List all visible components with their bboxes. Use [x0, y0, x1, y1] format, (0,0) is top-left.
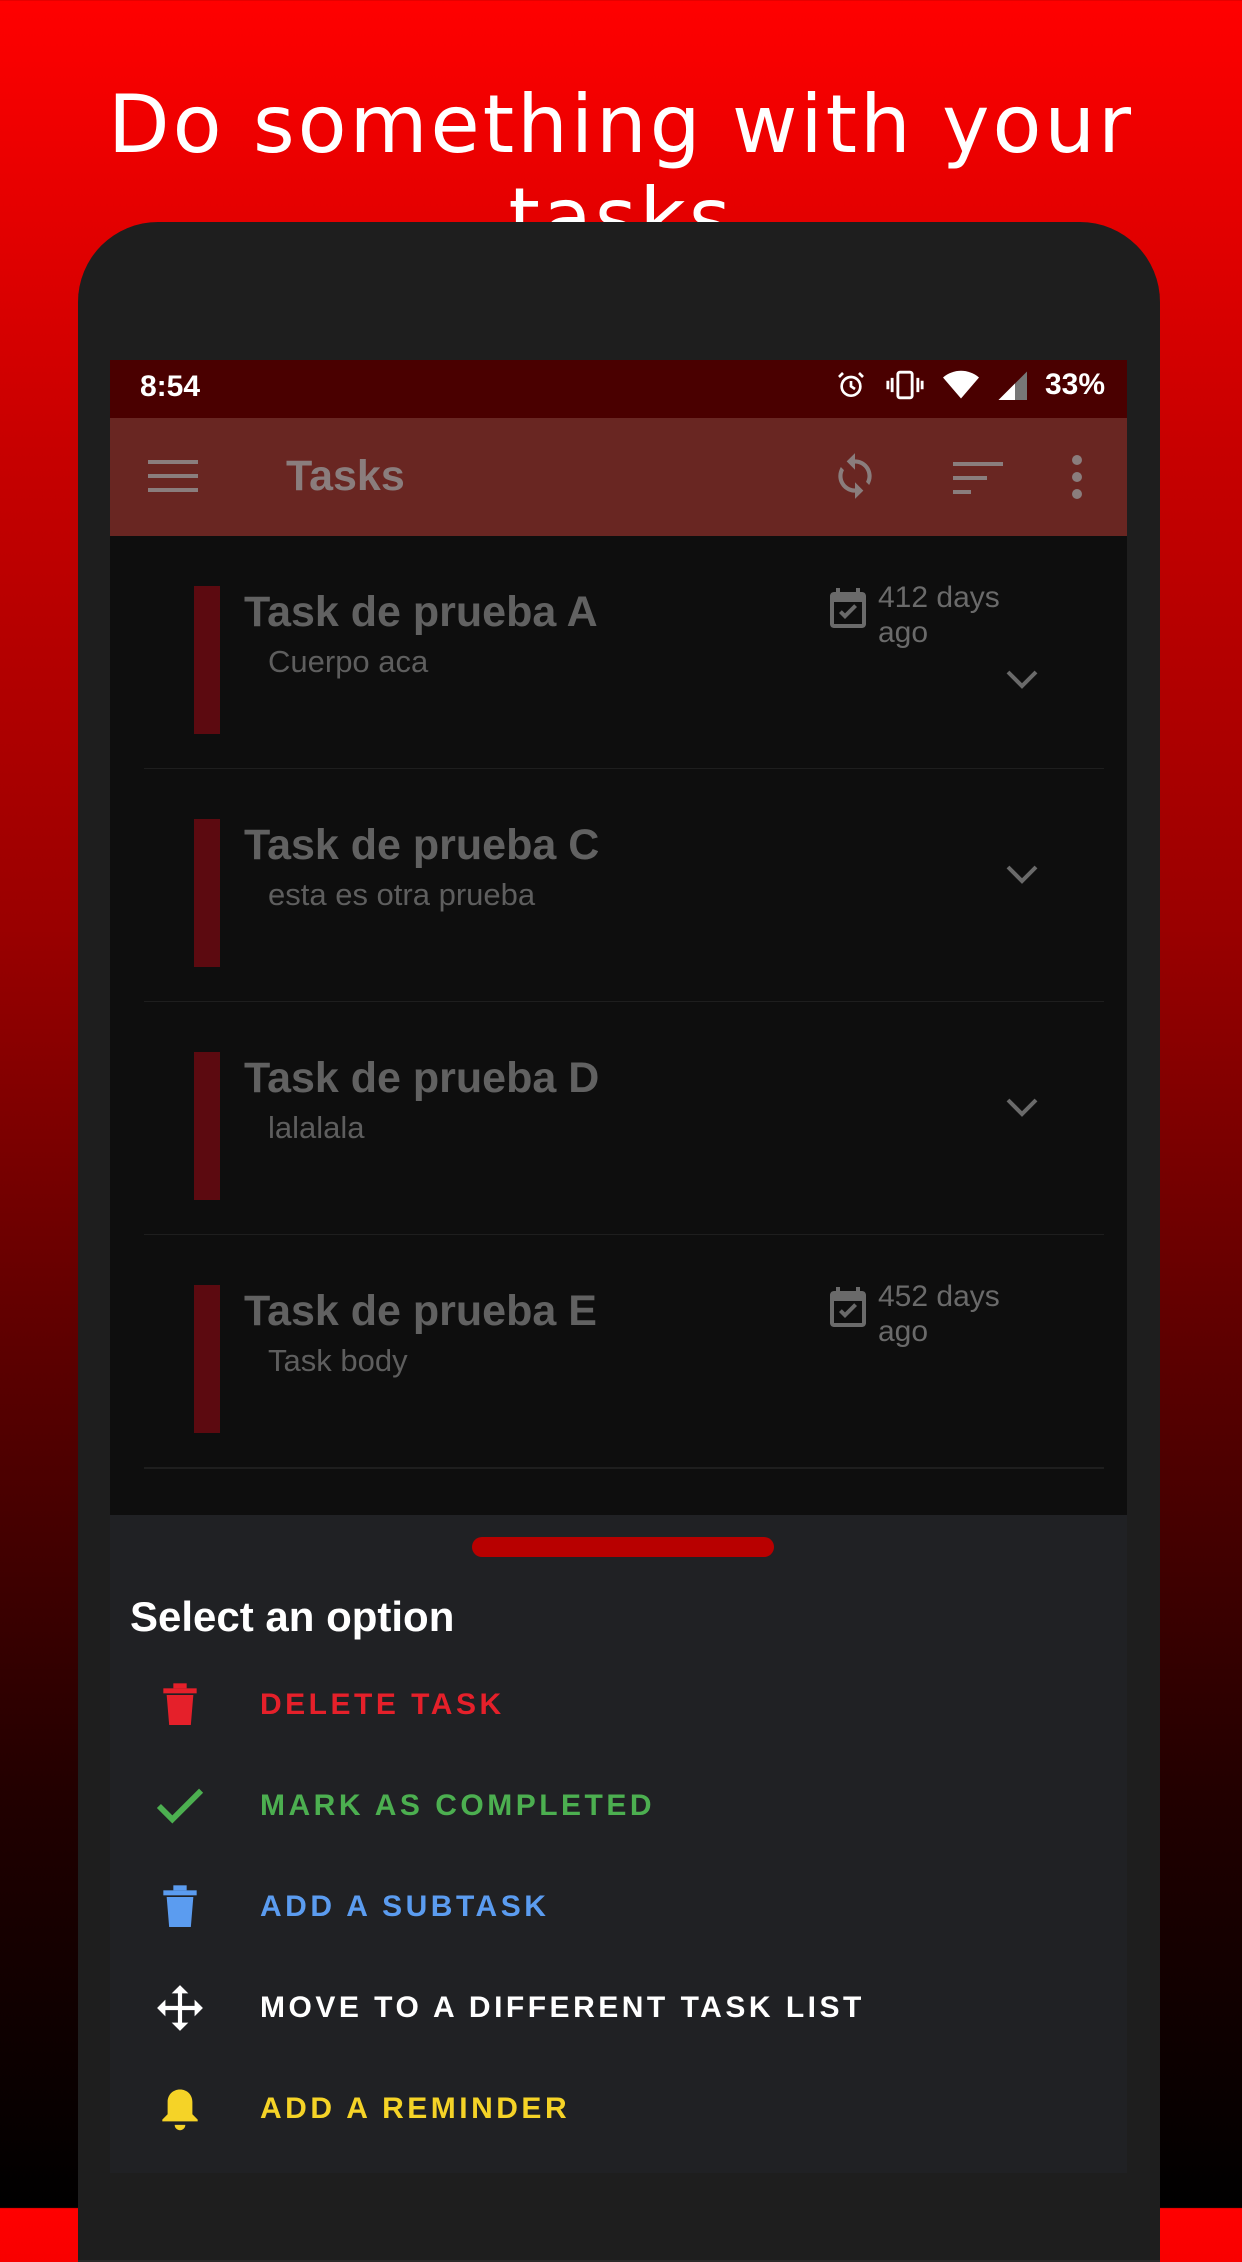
vibrate-icon [886, 370, 924, 400]
move-task-option[interactable]: MOVE TO A DIFFERENT TASK LIST [150, 1973, 1090, 2043]
task-title: Task de prueba A [244, 588, 598, 636]
task-title: Task de prueba C [244, 821, 600, 869]
sheet-title: Select an option [130, 1593, 455, 1640]
task-title: Task de prueba E [244, 1287, 597, 1335]
sync-icon[interactable] [830, 451, 880, 501]
task-body: lalalala [268, 1110, 365, 1145]
add-reminder-label: ADD A REMINDER [260, 2092, 571, 2125]
menu-icon[interactable] [148, 458, 198, 494]
check-icon [150, 1776, 210, 1836]
task-body: Task body [268, 1343, 408, 1378]
task-color-marker [194, 1052, 220, 1200]
task-title: Task de prueba D [244, 1054, 600, 1102]
chevron-down-icon[interactable] [1002, 664, 1042, 694]
battery-level: 33% [1044, 368, 1105, 401]
task-due: 412 days ago [824, 580, 1024, 650]
options-bottom-sheet: Select an option DELETE TASK MARK AS COM… [110, 1515, 1127, 2173]
task-due: 452 days ago [824, 1279, 1024, 1349]
calendar-check-icon [830, 1287, 866, 1327]
delete-task-option[interactable]: DELETE TASK [150, 1670, 1090, 1740]
task-body: Cuerpo aca [268, 644, 429, 679]
task-color-marker [194, 819, 220, 967]
status-bar: 8:54 33% [110, 360, 1127, 418]
task-item[interactable]: Task de prueba D lalalala [144, 1002, 1104, 1236]
task-item[interactable]: Task de prueba A Cuerpo aca 412 days ago [144, 536, 1104, 770]
calendar-check-icon [830, 588, 866, 628]
bell-icon [150, 2079, 210, 2139]
add-subtask-option[interactable]: ADD A SUBTASK [150, 1872, 1090, 1942]
move-icon [150, 1978, 210, 2038]
task-item[interactable]: Task de prueba E Task body 452 days ago [144, 1235, 1104, 1469]
wifi-icon [942, 370, 979, 399]
phone-screen: 8:54 33% Tasks Task de prueba A Cuerpo a… [110, 360, 1127, 2173]
sort-icon[interactable] [953, 458, 1003, 498]
task-color-marker [194, 586, 220, 734]
chevron-down-icon[interactable] [1002, 859, 1042, 889]
chevron-down-icon[interactable] [1002, 1092, 1042, 1122]
task-due-text: 452 days ago [878, 1280, 1000, 1348]
trash-icon [150, 1877, 210, 1937]
task-due-text: 412 days ago [878, 581, 1000, 649]
alarm-icon [838, 372, 864, 397]
trash-icon [150, 1675, 210, 1735]
more-icon[interactable] [1070, 454, 1084, 500]
mark-completed-option[interactable]: MARK AS COMPLETED [150, 1771, 1090, 1841]
mark-completed-label: MARK AS COMPLETED [260, 1789, 656, 1822]
delete-task-label: DELETE TASK [260, 1688, 505, 1721]
add-reminder-option[interactable]: ADD A REMINDER [150, 2074, 1090, 2144]
add-subtask-label: ADD A SUBTASK [260, 1890, 550, 1923]
sheet-drag-handle[interactable] [472, 1537, 774, 1557]
task-color-marker [194, 1285, 220, 1433]
app-title: Tasks [286, 452, 405, 500]
app-bar: Tasks [110, 418, 1127, 536]
status-icons: 33% [835, 368, 1105, 402]
signal-icon [998, 371, 1027, 400]
task-body: esta es otra prueba [268, 877, 536, 912]
status-time: 8:54 [140, 370, 201, 403]
move-task-label: MOVE TO A DIFFERENT TASK LIST [260, 1991, 865, 2024]
task-item[interactable]: Task de prueba C esta es otra prueba [144, 769, 1104, 1003]
